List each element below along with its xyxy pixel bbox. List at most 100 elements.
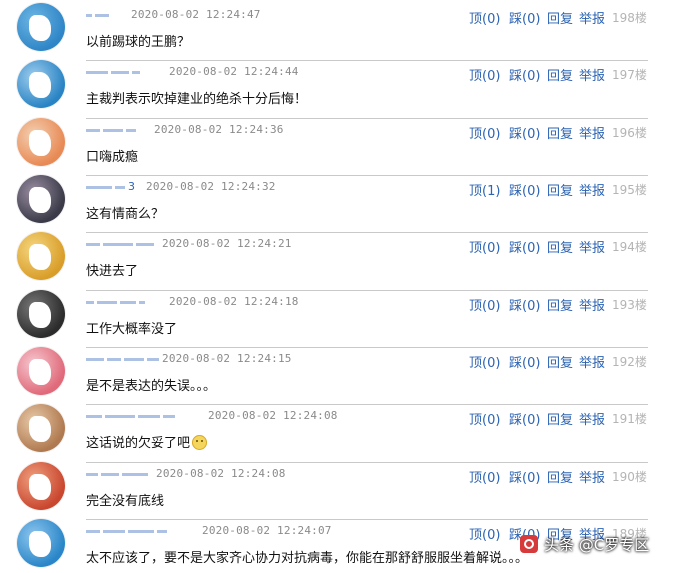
username-link[interactable] [86,524,170,538]
report-button[interactable]: 举报 [579,295,605,314]
report-button[interactable]: 举报 [579,409,605,428]
avatar[interactable] [17,462,65,510]
like-button[interactable]: 顶(0) [469,295,500,314]
comment-content: 口嗨成瘾 [86,146,138,165]
row-divider [86,290,648,291]
username-link[interactable] [86,123,139,137]
comment-text: 是不是表达的失误。。。 [86,379,217,394]
comment-text: 以前踢球的王鹏？ [86,35,191,50]
watermark: 头条 @C罗专区 [520,529,649,559]
avatar[interactable] [17,404,65,452]
like-button[interactable]: 顶(0) [469,409,500,428]
like-button[interactable]: 顶(0) [469,123,500,142]
avatar[interactable] [17,347,65,395]
reply-button[interactable]: 回复 [547,123,573,142]
comment-text: 这有情商么？ [86,207,165,222]
comment-content: 是不是表达的失误。。。 [86,375,216,394]
dislike-button[interactable]: 踩(0) [509,65,540,84]
dislike-button[interactable]: 踩(0) [509,352,540,371]
comment-timestamp: 2020-08-02 12:24:15 [162,352,292,365]
row-divider [86,519,648,520]
comment-content: 太不应该了，要不是大家齐心协力对抗病毒，你能在那舒舒服服坐着解说。。。 [86,547,528,566]
row-divider [86,118,648,119]
dislike-button[interactable]: 踩(0) [509,409,540,428]
comment-content: 完全没有底线 [86,490,164,509]
comment-timestamp: 2020-08-02 12:24:08 [156,467,286,480]
avatar[interactable] [17,3,65,51]
floor-number: 194楼 [612,240,647,254]
avatar[interactable] [17,232,65,280]
avatar[interactable] [17,290,65,338]
comment-text: 完全没有底线 [86,494,165,509]
dislike-button[interactable]: 踩(0) [509,8,540,27]
comment-row: 2020-08-02 12:24:47 顶(0) 踩(0) 回复 举报 198楼 以前踢球的… [0,0,674,57]
username-link[interactable] [86,237,157,251]
floor-number: 197楼 [612,68,647,82]
report-button[interactable]: 举报 [579,123,605,142]
like-button[interactable]: 顶(0) [469,352,500,371]
report-button[interactable]: 举报 [579,352,605,371]
dislike-button[interactable]: 踩(0) [509,180,540,199]
comment-row: 2020-08-02 12:24:18 顶(0) 踩(0) 回复 举报 193楼 工作大概率… [0,287,674,344]
comment-text: 太不应该了，要不是大家齐心协力对抗病毒，你能在那舒舒服服坐着解说。。。 [86,551,529,566]
floor-number: 195楼 [612,183,647,197]
username-link[interactable] [86,65,143,79]
dislike-button[interactable]: 踩(0) [509,123,540,142]
comment-timestamp: 2020-08-02 12:24:36 [154,123,284,136]
like-button[interactable]: 顶(1) [469,180,500,199]
reply-button[interactable]: 回复 [547,8,573,27]
row-divider [86,404,648,405]
embarrassed-emoji-icon [192,435,208,450]
report-button[interactable]: 举报 [579,237,605,256]
avatar[interactable] [17,175,65,223]
comment-content: 主裁判表示吹掉建业的绝杀十分后悔！ [86,88,307,107]
username-link[interactable] [86,352,162,366]
avatar[interactable] [17,60,65,108]
comment-text: 口嗨成瘾 [86,150,139,165]
username-link[interactable] [86,295,148,309]
like-button[interactable]: 顶(0) [469,467,500,486]
report-button[interactable]: 举报 [579,467,605,486]
comment-row: 2020-08-02 12:24:15 顶(0) 踩(0) 回复 举报 192楼是不是表达… [0,344,674,401]
dislike-button[interactable]: 踩(0) [509,237,540,256]
reply-button[interactable]: 回复 [547,352,573,371]
username-link[interactable] [86,467,151,481]
floor-number: 196楼 [612,126,647,140]
reply-button[interactable]: 回复 [547,409,573,428]
like-button[interactable]: 顶(0) [469,524,500,543]
like-button[interactable]: 顶(0) [469,65,500,84]
reply-button[interactable]: 回复 [547,237,573,256]
comment-row: 2020-08-02 12:24:08 顶(0) 踩(0) 回复 举报 191楼 这话说的欠… [0,401,674,458]
reply-button[interactable]: 回复 [547,295,573,314]
comment-timestamp: 2020-08-02 12:24:08 [208,409,338,422]
comment-timestamp: 2020-08-02 12:24:32 [146,180,276,193]
avatar[interactable] [17,519,65,567]
row-divider [86,462,648,463]
like-button[interactable]: 顶(0) [469,237,500,256]
comment-content: 这有情商么？ [86,203,164,222]
comment-timestamp: 2020-08-02 12:24:21 [162,237,292,250]
row-divider [86,347,648,348]
report-button[interactable]: 举报 [579,180,605,199]
reply-button[interactable]: 回复 [547,467,573,486]
row-divider [86,232,648,233]
comment-content: 以前踢球的王鹏？ [86,31,190,50]
report-button[interactable]: 举报 [579,8,605,27]
floor-number: 190楼 [612,470,647,484]
comment-timestamp: 2020-08-02 12:24:47 [131,8,261,21]
row-divider [86,175,648,176]
floor-number: 192楼 [612,355,647,369]
watermark-text: 头条 @C罗专区 [544,535,650,554]
dislike-button[interactable]: 踩(0) [509,467,540,486]
report-button[interactable]: 举报 [579,65,605,84]
username-link[interactable]: 3 [86,180,136,194]
reply-button[interactable]: 回复 [547,180,573,199]
username-link[interactable] [86,8,112,22]
like-button[interactable]: 顶(0) [469,8,500,27]
username-link[interactable] [86,409,178,423]
comment-row: 2020-08-02 12:24:21 顶(0) 踩(0) 回复 举报 194楼 快进去了 [0,229,674,286]
avatar[interactable] [17,118,65,166]
reply-button[interactable]: 回复 [547,65,573,84]
row-divider [86,60,648,61]
dislike-button[interactable]: 踩(0) [509,295,540,314]
